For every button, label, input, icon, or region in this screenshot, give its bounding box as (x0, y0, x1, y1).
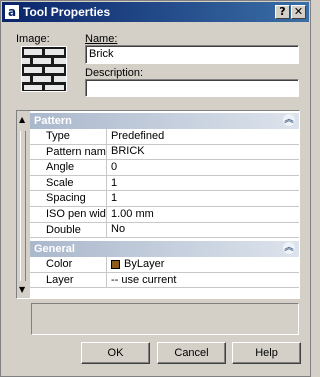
autocad-app-icon: a (5, 5, 19, 19)
property-value[interactable]: BRICK (107, 145, 299, 160)
collapse-chevron-icon[interactable]: ︽ (283, 114, 295, 126)
collapse-chevron-icon[interactable]: ︽ (283, 242, 295, 255)
description-field[interactable] (85, 79, 299, 97)
color-value: ByLayer (124, 257, 165, 270)
property-description-panel (31, 303, 299, 335)
close-title-button[interactable]: ✕ (291, 5, 306, 19)
property-key: Color (30, 257, 107, 272)
section-title: Pattern (34, 115, 72, 127)
table-row[interactable]: Scale 1 (30, 175, 299, 192)
table-row[interactable]: Spacing 1 (30, 191, 299, 207)
property-value[interactable]: ByLayer (107, 257, 299, 272)
table-row[interactable]: Angle 0 (30, 160, 299, 176)
property-key: Angle (30, 160, 107, 175)
table-row[interactable]: Type Predefined (30, 129, 299, 145)
property-key: Type (30, 129, 107, 144)
table-row[interactable]: ISO pen width1.00 mm (30, 206, 299, 223)
grid-content: Pattern ︽ Type Predefined Pattern name BRI… (30, 111, 299, 298)
description-label: Description: (85, 67, 144, 79)
ok-button[interactable]: OK (81, 342, 150, 364)
brick-hatch-preview-icon (21, 46, 67, 92)
section-title: General (34, 243, 75, 256)
property-value[interactable]: 1.00 mm (107, 207, 299, 222)
property-key: Spacing (30, 191, 107, 206)
section-header-general[interactable]: General ︽ (30, 241, 299, 258)
scroll-down-icon[interactable]: ▼ (19, 285, 25, 294)
help-title-button[interactable]: ? (275, 5, 290, 19)
property-value[interactable]: Predefined (107, 129, 299, 144)
property-key: ISO pen width (30, 206, 107, 222)
section-header-pattern[interactable]: Pattern ︽ (30, 113, 299, 129)
name-label: Name: (85, 33, 118, 45)
image-label: Image: (16, 33, 50, 45)
property-value[interactable]: No (107, 223, 299, 238)
scroll-track[interactable] (20, 131, 26, 281)
table-row[interactable]: Color ByLayer (30, 257, 299, 273)
color-swatch-icon (111, 259, 120, 269)
table-row[interactable]: Layer -- use current (30, 272, 299, 289)
property-key: Layer (30, 272, 107, 288)
property-value[interactable]: 1 (107, 191, 299, 206)
table-row[interactable]: Double No (30, 222, 299, 239)
scroll-up-icon[interactable]: ▲ (19, 115, 25, 124)
property-key: Pattern name (30, 144, 107, 160)
tool-properties-dialog: a Tool Properties ? ✕ Image: Name: Brick… (0, 0, 311, 377)
cancel-button[interactable]: Cancel (157, 342, 226, 364)
property-key: Double (30, 222, 107, 238)
table-row[interactable]: Pattern name BRICK (30, 144, 299, 161)
properties-grid[interactable]: ▲ ▼ Pattern ︽ Type Predefined Pattern nam… (16, 110, 300, 299)
grid-side-scrollbar[interactable]: ▲ ▼ (17, 111, 30, 298)
title-bar[interactable]: a Tool Properties ? ✕ (2, 2, 309, 22)
help-button[interactable]: Help (232, 342, 301, 364)
property-key: Scale (30, 175, 107, 191)
property-value[interactable]: 0 (107, 160, 299, 175)
name-field[interactable]: Brick (85, 45, 299, 64)
property-value[interactable]: 1 (107, 176, 299, 191)
dialog-title: Tool Properties (23, 5, 111, 19)
property-value[interactable]: -- use current (107, 273, 299, 288)
